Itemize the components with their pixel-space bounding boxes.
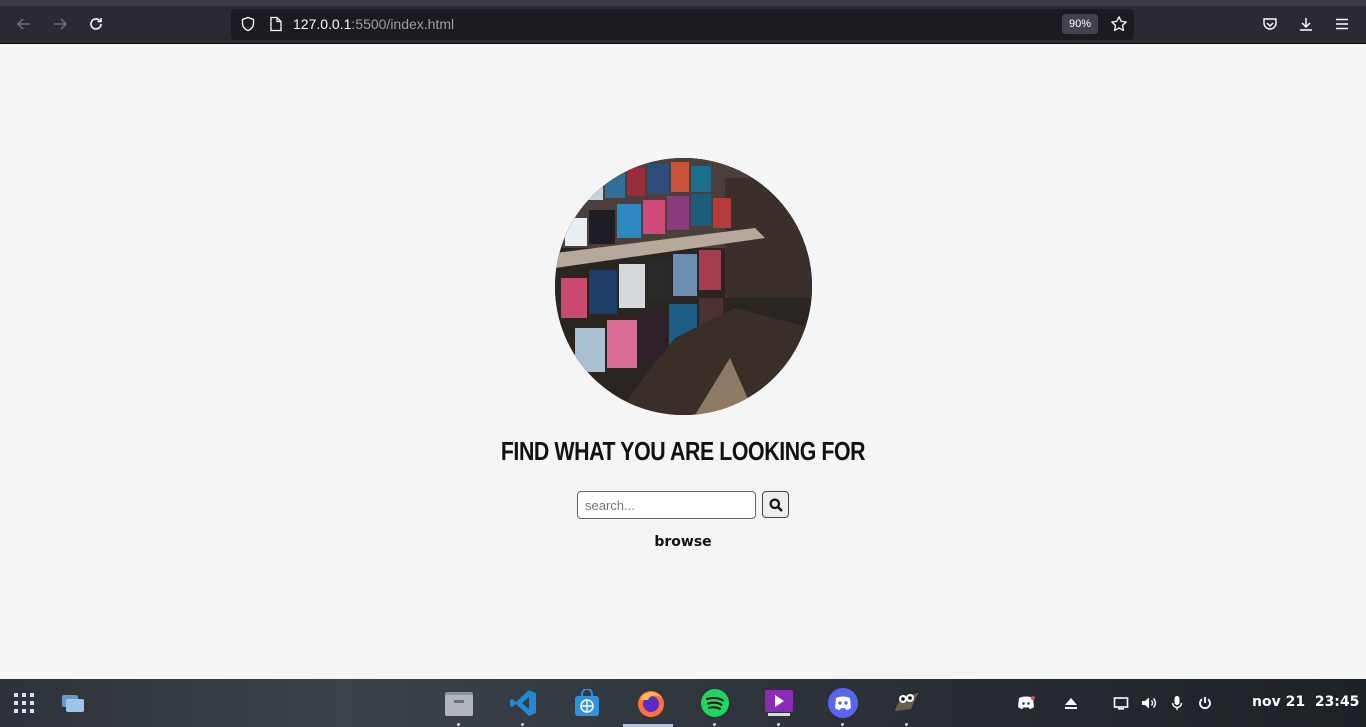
taskbar-gimp[interactable] (892, 688, 922, 718)
folder-icon (445, 692, 473, 716)
tray-microphone[interactable] (1167, 693, 1187, 713)
taskbar-store[interactable] (572, 688, 602, 718)
taskbar-video[interactable] (764, 688, 794, 718)
search-icon (769, 498, 783, 512)
workspaces-button[interactable] (58, 688, 88, 718)
reload-icon (90, 18, 102, 30)
browser-toolbar: 127.0.0.1:5500/index.html 90% (0, 0, 1366, 44)
windows-icon (62, 695, 84, 712)
forward-button[interactable] (44, 9, 76, 39)
url-host: 127.0.0.1 (293, 16, 352, 32)
discord-tray-icon (1018, 696, 1035, 709)
app-grid-icon (14, 693, 34, 713)
taskbar: nov 21 23:45 (0, 679, 1366, 727)
clock-time: 23:45 (1314, 694, 1360, 710)
eject-icon (1065, 698, 1077, 709)
search-input[interactable] (577, 491, 756, 519)
clock-date: nov 21 (1252, 694, 1306, 710)
taskbar-vscode[interactable] (508, 688, 538, 718)
volume-icon (1142, 697, 1156, 709)
zoom-badge[interactable]: 90% (1062, 14, 1098, 34)
spotify-icon (701, 689, 729, 717)
tray-eject[interactable] (1061, 693, 1081, 713)
search-button[interactable] (762, 491, 789, 518)
taskbar-discord[interactable] (828, 688, 858, 718)
page-heading: FIND WHAT YOU ARE LOOKING FOR (500, 436, 866, 466)
screen-icon (1113, 697, 1129, 710)
running-indicator (521, 723, 524, 726)
running-indicator (777, 723, 780, 726)
download-icon (1300, 18, 1312, 31)
microphone-icon (1171, 696, 1183, 710)
url-path: :5500/index.html (351, 16, 455, 32)
url-text[interactable]: 127.0.0.1:5500/index.html (293, 16, 454, 32)
bookmark-star-icon[interactable] (1110, 15, 1128, 38)
taskbar-spotify[interactable] (700, 688, 730, 718)
shield-icon[interactable] (240, 16, 256, 37)
running-indicator (905, 723, 908, 726)
running-indicator (713, 723, 716, 726)
tray-screen[interactable] (1111, 693, 1131, 713)
discord-icon (828, 688, 858, 718)
record-store-hero-image (555, 158, 812, 415)
store-icon (575, 689, 599, 716)
downloads-button[interactable] (1290, 9, 1322, 39)
running-indicator (841, 723, 844, 726)
tray-power[interactable] (1195, 693, 1215, 713)
browse-link[interactable]: browse (0, 534, 1366, 550)
vscode-icon (510, 690, 536, 716)
video-player-icon (765, 690, 793, 716)
reload-button[interactable] (80, 9, 112, 39)
url-bar[interactable]: 127.0.0.1:5500/index.html 90% (231, 9, 1134, 40)
pocket-button[interactable] (1254, 9, 1286, 39)
taskbar-firefox[interactable] (636, 688, 666, 718)
tray-volume[interactable] (1139, 693, 1159, 713)
back-button[interactable] (8, 9, 40, 39)
running-indicator (457, 723, 460, 726)
firefox-icon (638, 691, 664, 717)
taskbar-files[interactable] (444, 688, 474, 718)
app-grid-button[interactable] (9, 688, 39, 718)
pocket-icon (1263, 18, 1277, 30)
tray-discord[interactable] (1016, 693, 1036, 713)
menu-button[interactable] (1326, 9, 1358, 39)
power-icon (1199, 697, 1211, 710)
hamburger-icon (1336, 18, 1348, 30)
web-page: FIND WHAT YOU ARE LOOKING FOR browse (0, 44, 1366, 679)
arrow-left-icon (16, 18, 30, 30)
clock[interactable]: nov 21 23:45 (1252, 694, 1359, 710)
arrow-right-icon (54, 18, 68, 30)
gimp-icon (895, 693, 919, 711)
page-icon (269, 16, 283, 37)
